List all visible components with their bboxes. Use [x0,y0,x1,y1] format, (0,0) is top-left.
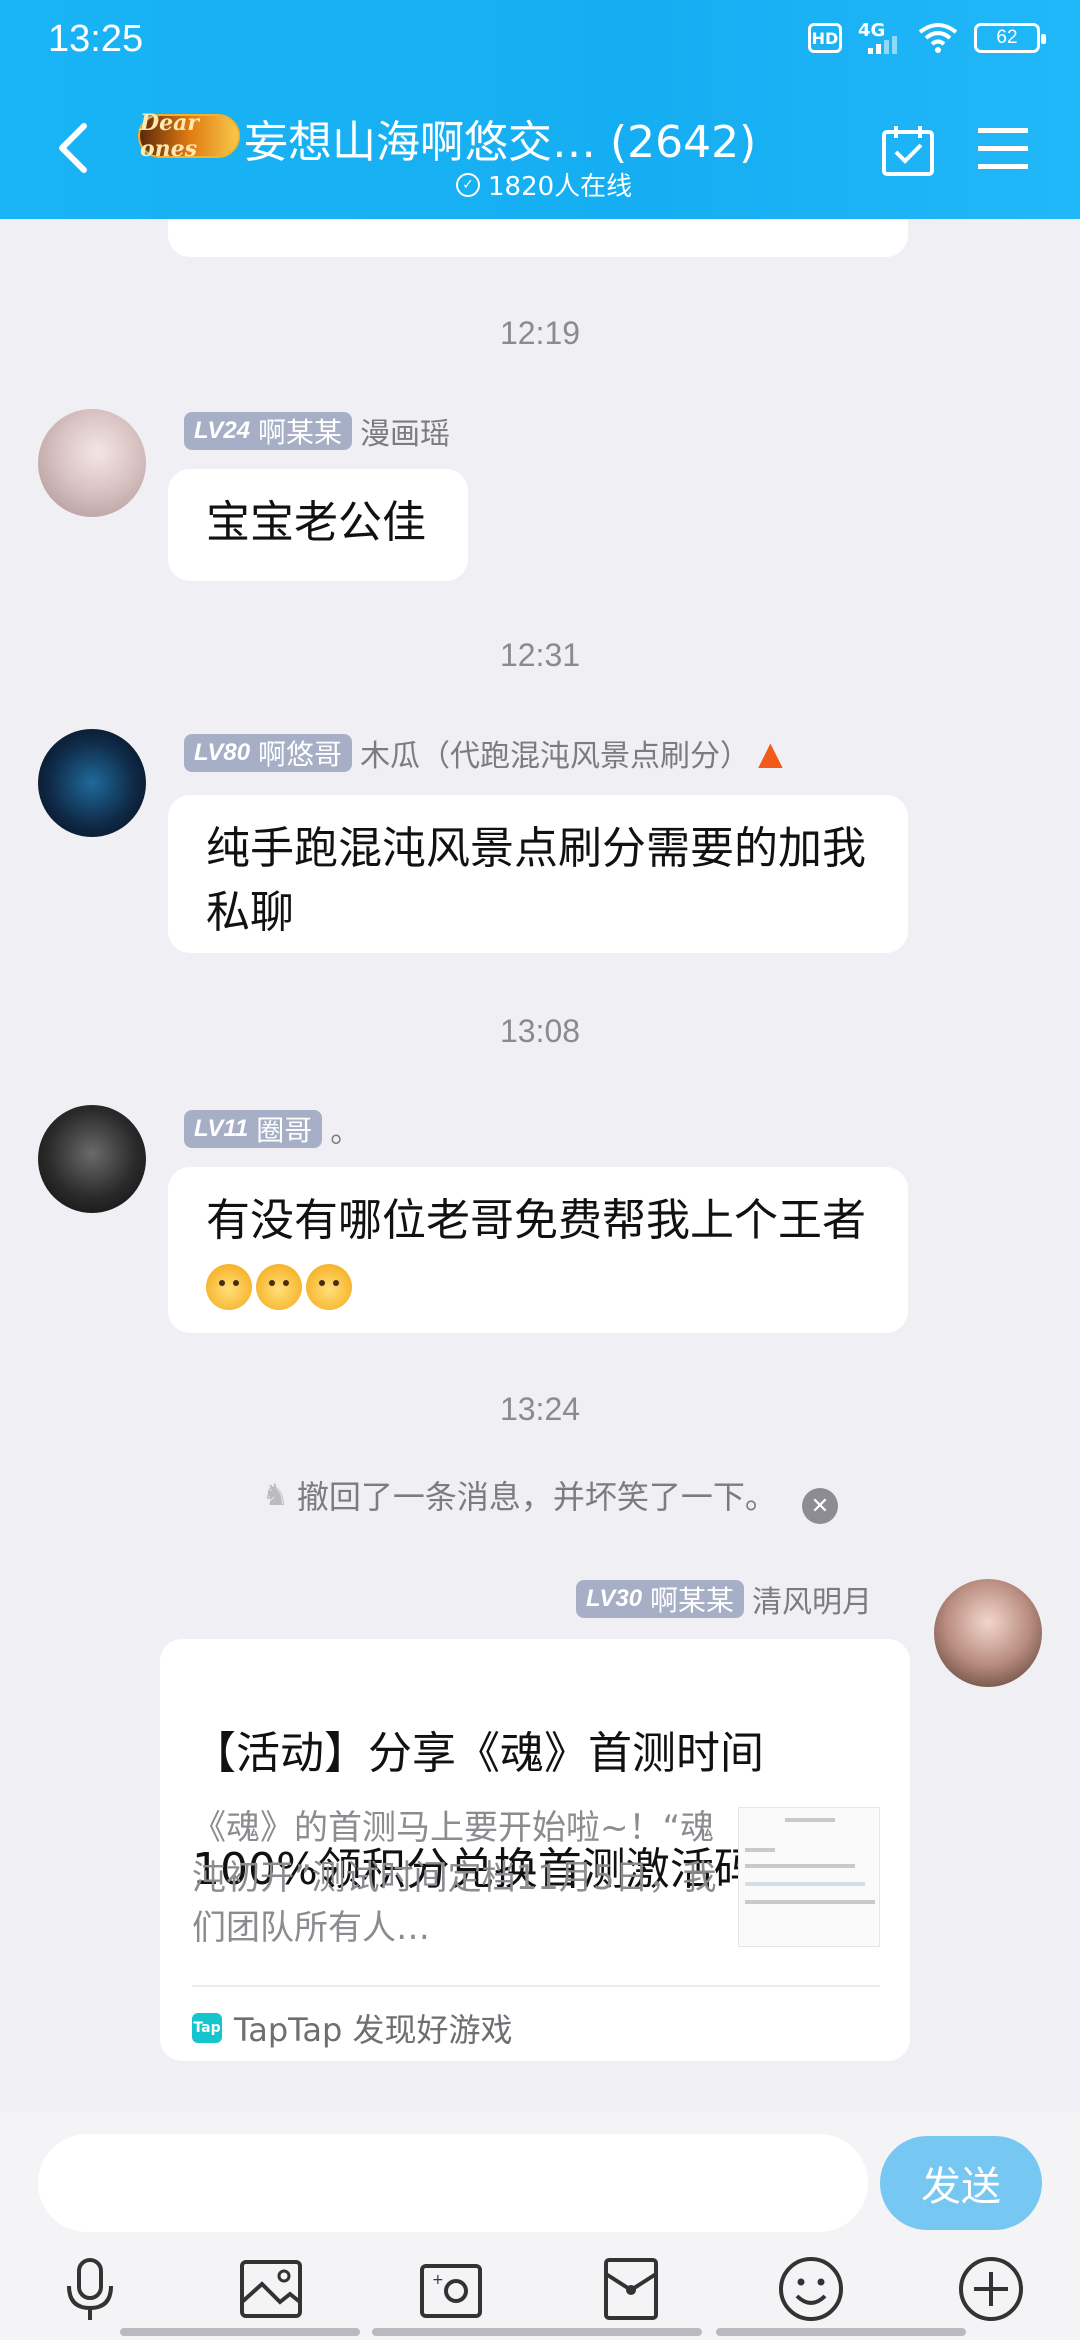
card-description: 《魂》的首测马上要开始啦~！“魂沌初开”测试时间定档11月5日，我们团队所有人… [192,1808,717,1948]
send-button[interactable]: 发送 [880,2136,1042,2230]
card-thumbnail [738,1807,880,1947]
chat-header: 13:25 HD 4G 62 Dear ones 妄想山海啊悠交… (2642)… [0,0,1080,219]
recall-notice: ♞ 撤回了一条消息，并坏笑了一下。 [262,1477,777,1517]
sender-info: LV24 啊某某 漫画瑶 [184,409,450,453]
sender-nickname[interactable]: 。 [330,1107,360,1151]
taptap-icon: Tap [192,2013,222,2043]
battery-icon: 62 [974,23,1046,53]
camera-icon[interactable]: + [416,2254,486,2324]
emoji-icon[interactable] [776,2254,846,2324]
cat-icon: ♞ [262,1477,289,1513]
message-bubble[interactable]: 宝宝老公佳 [168,469,468,581]
red-packet-icon[interactable] [596,2254,666,2324]
fire-icon: ▲ [758,734,783,772]
message-input[interactable] [38,2134,868,2232]
message-text: 有没有哪位老哥免费帮我上个王者 [206,1195,866,1246]
divider [192,1985,880,1987]
plus-icon[interactable] [956,2254,1026,2324]
sender-nickname[interactable]: 木瓜（代跑混沌风景点刷分） [360,731,750,775]
sender-info: LV30 啊某某 清风明月 [576,1577,872,1621]
timestamp: 13:24 [499,1391,581,1427]
avatar[interactable] [38,409,146,517]
doge-emoji-icon [206,1264,252,1310]
timestamp: 13:08 [499,1013,581,1049]
level-badge: LV11 圈哥 [184,1110,323,1148]
chevron-left-icon[interactable] [50,118,94,178]
status-time: 13:25 [48,18,144,60]
image-icon[interactable] [236,2254,306,2324]
cellular-signal-icon: 4G [858,20,902,56]
message-bubble[interactable]: 有没有哪位老哥免费帮我上个王者 [168,1167,908,1333]
card-source: Tap TapTap 发现好游戏 [192,2011,513,2049]
group-logo: Dear ones [138,110,240,162]
svg-text:+: + [432,2272,444,2288]
level-badge: LV30 啊某某 [576,1580,745,1618]
input-bar: 发送 + [0,2112,1080,2340]
level-badge: LV24 啊某某 [184,412,353,450]
wifi-icon [918,23,958,53]
close-icon[interactable]: ✕ [802,1488,838,1524]
online-count: ✓ 1820人在线 [456,166,632,203]
doge-emoji-icon [256,1264,302,1310]
group-title[interactable]: 妄想山海啊悠交… (2642) [244,106,756,170]
sender-info: LV80 啊悠哥 木瓜（代跑混沌风景点刷分） ▲ [184,731,783,775]
status-bar: 13:25 HD 4G 62 [0,0,1080,84]
doge-emoji-icon [306,1264,352,1310]
message-bubble[interactable]: 纯手跑混沌风景点刷分需要的加我私聊 [168,795,908,953]
avatar[interactable] [934,1579,1042,1687]
calendar-check-icon[interactable] [880,122,936,178]
avatar[interactable] [38,729,146,837]
home-indicator [372,2328,702,2336]
message-bubble-partial [168,219,908,257]
sender-nickname[interactable]: 清风明月 [752,1577,872,1621]
hamburger-menu-icon[interactable] [976,126,1030,172]
avatar[interactable] [38,1105,146,1213]
home-indicator [120,2328,360,2336]
home-indicator [716,2328,966,2336]
timestamp: 12:31 [499,637,581,673]
hd-icon: HD [808,23,842,53]
timestamp: 12:19 [499,315,581,351]
level-badge: LV80 啊悠哥 [184,734,353,772]
check-circle-icon: ✓ [456,172,480,197]
sender-info: LV11 圈哥 。 [184,1107,360,1151]
microphone-icon[interactable] [55,2254,125,2324]
status-icons: HD 4G 62 [808,20,1046,56]
shared-link-card[interactable]: 【活动】分享《魂》首测时间 100%领积分兑换首测激活码 -… 《魂》的首测马上… [160,1639,910,2061]
toolbar: + [0,2254,1080,2324]
sender-nickname[interactable]: 漫画瑶 [360,409,450,453]
